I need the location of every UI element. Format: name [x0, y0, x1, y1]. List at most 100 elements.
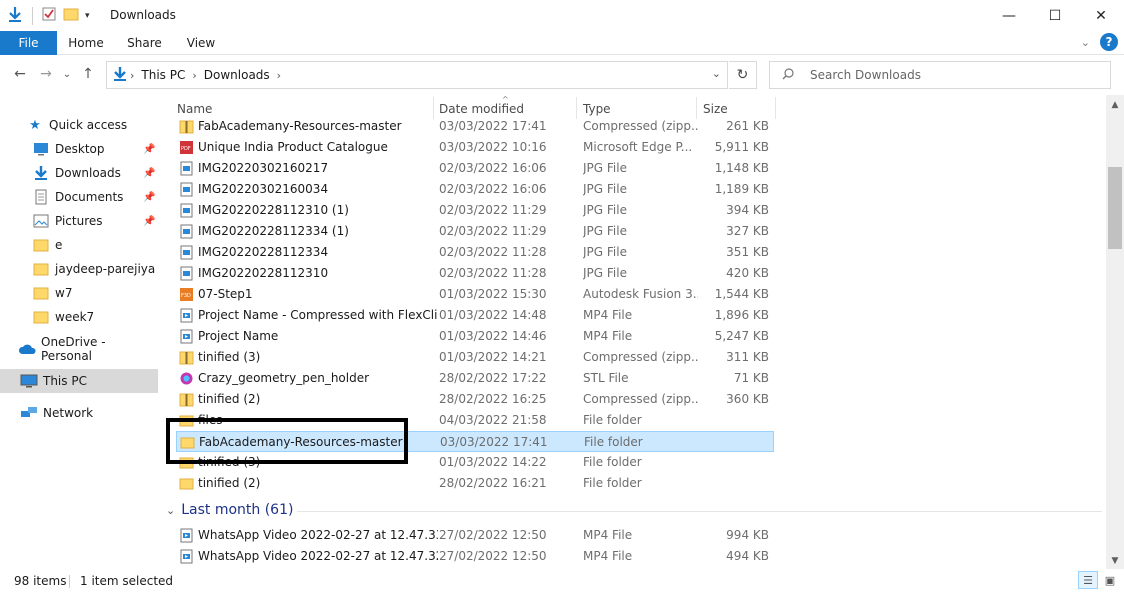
- file-row-unique-india-product-catalogue[interactable]: PDF Unique India Product Catalogue 03/03/2…: [176, 137, 774, 158]
- navigation-buttons: ← → ⌄ ↑: [10, 66, 98, 82]
- file-type: MP4 File: [583, 549, 633, 563]
- sidebar-item-downloads[interactable]: Downloads 📌: [0, 161, 158, 185]
- file-row-img20220228112310[interactable]: IMG20220228112310 02/03/2022 11:28 JPG Fil…: [176, 263, 774, 284]
- chevron-down-icon[interactable]: ⌄: [166, 504, 175, 517]
- ribbon: File Home Share View ⌄ ?: [0, 31, 1124, 55]
- file-row-whatsapp-video-2022-02-27-at-12-47-33-p[interactable]: WhatsApp Video 2022-02-27 at 12.47.33 P.…: [176, 525, 774, 546]
- file-type: File folder: [583, 455, 642, 469]
- chevron-down-icon[interactable]: ⌄: [712, 67, 721, 80]
- file-type: JPG File: [583, 161, 627, 175]
- sidebar-item-documents[interactable]: Documents 📌: [0, 185, 158, 209]
- downloads-location-icon: [113, 66, 127, 85]
- chevron-right-icon[interactable]: ›: [130, 69, 134, 82]
- pin-icon[interactable]: 📌: [143, 192, 155, 203]
- address-bar[interactable]: › This PC › Downloads › ⌄: [106, 61, 728, 89]
- file-row-img20220302160217[interactable]: IMG20220302160217 02/03/2022 16:06 JPG Fil…: [176, 158, 774, 179]
- large-icons-view-icon[interactable]: ▣: [1100, 571, 1120, 589]
- folder-icon: [32, 309, 50, 325]
- refresh-button[interactable]: ↻: [729, 61, 757, 89]
- scroll-up-icon[interactable]: ▲: [1106, 97, 1124, 113]
- sidebar-item-jaydeep-parejiya[interactable]: jaydeep-parejiya: [0, 257, 158, 281]
- pin-icon[interactable]: 📌: [143, 216, 155, 227]
- pin-icon[interactable]: 📌: [143, 144, 155, 155]
- tab-file[interactable]: File: [0, 31, 57, 55]
- sidebar-item-label: Desktop: [55, 142, 105, 156]
- maximize-button[interactable]: ☐: [1032, 0, 1078, 31]
- file-icon: [179, 182, 194, 197]
- file-row-project-name[interactable]: Project Name 01/03/2022 14:46 MP4 File 5,24…: [176, 326, 774, 347]
- customize-toolbar-icon[interactable]: ▾: [85, 11, 90, 21]
- vertical-scrollbar[interactable]: ▲ ▼: [1106, 95, 1124, 569]
- file-name: tinified (3): [198, 455, 261, 469]
- file-row-tinified-2[interactable]: tinified (2) 28/02/2022 16:25 Compressed (…: [176, 389, 774, 410]
- ribbon-right-controls: ⌄ ?: [1081, 33, 1118, 51]
- sidebar-item-quick-access[interactable]: ★ Quick access: [0, 113, 158, 137]
- scrollbar-thumb[interactable]: [1108, 167, 1122, 249]
- chevron-right-icon[interactable]: ›: [277, 69, 281, 82]
- file-row-img20220228112310-1[interactable]: IMG20220228112310 (1) 02/03/2022 11:29 JPG…: [176, 200, 774, 221]
- scroll-down-icon[interactable]: ▼: [1106, 553, 1124, 569]
- tab-home[interactable]: Home: [59, 31, 113, 55]
- up-arrow-icon[interactable]: ↑: [78, 66, 98, 82]
- file-row-files[interactable]: files 04/03/2022 21:58 File folder: [176, 410, 774, 431]
- tab-view[interactable]: View: [176, 31, 226, 55]
- view-toggle: ☰ ▣: [1078, 571, 1120, 589]
- file-type: JPG File: [583, 266, 627, 280]
- sidebar-item-label: w7: [55, 286, 73, 300]
- sidebar-item-network[interactable]: Network: [0, 401, 158, 425]
- folder-icon: [32, 261, 50, 277]
- search-box[interactable]: [769, 61, 1111, 89]
- file-date: 27/02/2022 12:50: [439, 528, 547, 542]
- minimize-button[interactable]: —: [986, 0, 1032, 31]
- file-date: 02/03/2022 11:29: [439, 203, 547, 217]
- file-row-img20220302160034[interactable]: IMG20220302160034 02/03/2022 16:06 JPG Fil…: [176, 179, 774, 200]
- sidebar-item-desktop[interactable]: Desktop 📌: [0, 137, 158, 161]
- details-view-icon[interactable]: ☰: [1078, 571, 1098, 589]
- down-arrow-icon[interactable]: [6, 5, 24, 26]
- sidebar-item-onedrive[interactable]: OneDrive - Personal: [0, 335, 158, 363]
- column-divider[interactable]: [775, 97, 776, 119]
- sidebar-item-this-pc[interactable]: This PC: [0, 369, 158, 393]
- close-button[interactable]: ✕: [1078, 0, 1124, 31]
- file-row-fabacademany-resources-master[interactable]: FabAcademany-Resources-master 03/03/2022 …: [176, 431, 774, 452]
- file-row-img20220228112334[interactable]: IMG20220228112334 02/03/2022 11:28 JPG Fil…: [176, 242, 774, 263]
- tab-share[interactable]: Share: [116, 31, 173, 55]
- expand-ribbon-icon[interactable]: ⌄: [1081, 36, 1090, 49]
- file-row-tinified-2[interactable]: tinified (2) 28/02/2022 16:21 File folder: [176, 473, 774, 494]
- folder-icon: [179, 476, 194, 491]
- sidebar-item-week7[interactable]: week7: [0, 305, 158, 329]
- file-row-project-name-compressed-with-flexclip[interactable]: Project Name - Compressed with FlexClip 0…: [176, 305, 774, 326]
- new-folder-icon[interactable]: [63, 6, 79, 25]
- properties-icon[interactable]: [41, 6, 57, 25]
- file-row-07-step1[interactable]: F3D 07-Step1 01/03/2022 15:30 Autodesk Fusi…: [176, 284, 774, 305]
- selection-count: 1 item selected: [80, 574, 174, 588]
- chevron-right-icon[interactable]: ›: [192, 69, 196, 82]
- file-row-whatsapp-video-2022-02-27-at-12-47-32-p[interactable]: WhatsApp Video 2022-02-27 at 12.47.32 P.…: [176, 546, 774, 567]
- stl-icon: [179, 371, 194, 386]
- file-row-crazy-geometry-pen-holder[interactable]: Crazy_geometry_pen_holder 28/02/2022 17:2…: [176, 368, 774, 389]
- file-type: JPG File: [583, 182, 627, 196]
- file-icon: [179, 224, 194, 239]
- file-date: 03/03/2022 17:41: [440, 435, 548, 449]
- forward-arrow-icon[interactable]: →: [36, 66, 56, 82]
- group-header-last-month[interactable]: ⌄ Last month (61): [166, 499, 293, 521]
- help-icon[interactable]: ?: [1100, 33, 1118, 51]
- recent-locations-icon[interactable]: ⌄: [62, 69, 72, 80]
- status-bar: 98 items 1 item selected ☰ ▣: [0, 569, 1124, 593]
- file-date: 02/03/2022 11:28: [439, 245, 547, 259]
- file-row-img20220228112334-1[interactable]: IMG20220228112334 (1) 02/03/2022 11:29 JPG…: [176, 221, 774, 242]
- breadcrumb-downloads[interactable]: Downloads: [204, 68, 270, 82]
- sidebar-item-e[interactable]: e: [0, 233, 158, 257]
- file-row-tinified-3[interactable]: tinified (3) 01/03/2022 14:22 File folder: [176, 452, 774, 473]
- file-row-tinified-3[interactable]: tinified (3) 01/03/2022 14:21 Compressed (…: [176, 347, 774, 368]
- search-input[interactable]: [808, 67, 1098, 83]
- breadcrumb-this-pc[interactable]: This PC: [141, 68, 185, 82]
- sidebar-item-w7[interactable]: w7: [0, 281, 158, 305]
- network-icon: [20, 405, 38, 421]
- file-name: 07-Step1: [198, 287, 253, 301]
- sidebar-item-pictures[interactable]: Pictures 📌: [0, 209, 158, 233]
- back-arrow-icon[interactable]: ←: [10, 66, 30, 82]
- pin-icon[interactable]: 📌: [143, 168, 155, 179]
- file-size: 71 KB: [733, 371, 769, 385]
- file-row-fabacademany-resources-master[interactable]: FabAcademany-Resources-master 03/03/2022 …: [176, 116, 774, 137]
